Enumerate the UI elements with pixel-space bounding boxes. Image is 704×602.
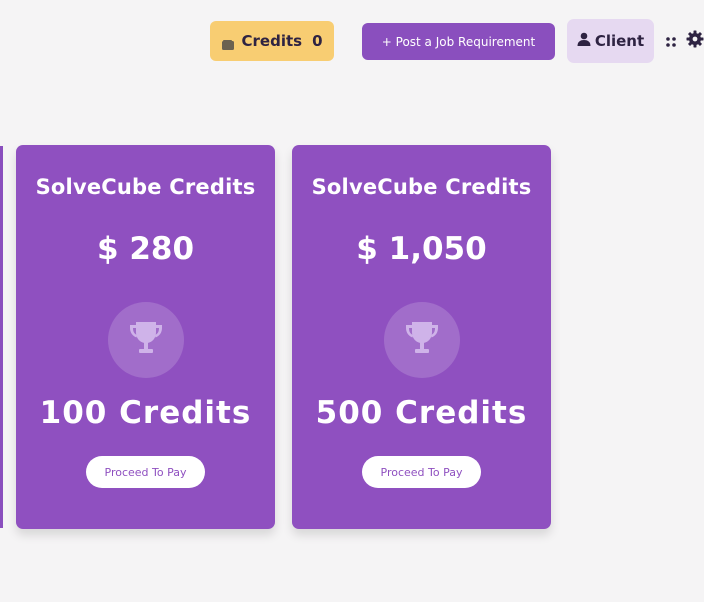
post-job-button[interactable]: + Post a Job Requirement xyxy=(362,23,555,60)
gear-icon[interactable] xyxy=(686,30,704,48)
card-credits-amount: 500 Credits xyxy=(315,395,528,431)
client-label: Client xyxy=(594,32,645,50)
client-menu-button[interactable]: Client xyxy=(567,19,654,63)
grid-icon[interactable] xyxy=(665,33,677,47)
card-price: $ 1,050 xyxy=(356,231,487,267)
card-price: $ 280 xyxy=(96,231,195,267)
credits-count: 0 xyxy=(312,32,323,50)
card-title: SolveCube Credits xyxy=(35,175,256,199)
credit-package-card: SolveCube Credits $ 280 100 Credits Proc… xyxy=(16,145,275,529)
card-credits-amount: 100 Credits xyxy=(39,395,252,431)
user-icon xyxy=(577,32,591,50)
card-title: SolveCube Credits xyxy=(311,175,532,199)
trophy-badge xyxy=(107,302,184,378)
wallet-icon xyxy=(221,36,234,50)
proceed-to-pay-button[interactable]: Proceed To Pay xyxy=(362,456,481,488)
credits-label: Credits xyxy=(241,32,303,50)
proceed-to-pay-button[interactable]: Proceed To Pay xyxy=(86,456,205,488)
credits-balance[interactable]: Credits 0 xyxy=(210,21,334,61)
trophy-icon xyxy=(126,318,166,362)
trophy-icon xyxy=(402,318,442,362)
trophy-badge xyxy=(383,302,460,378)
credit-package-card: SolveCube Credits $ 1,050 500 Credits Pr… xyxy=(292,145,551,529)
previous-credit-card-edge xyxy=(0,146,3,528)
